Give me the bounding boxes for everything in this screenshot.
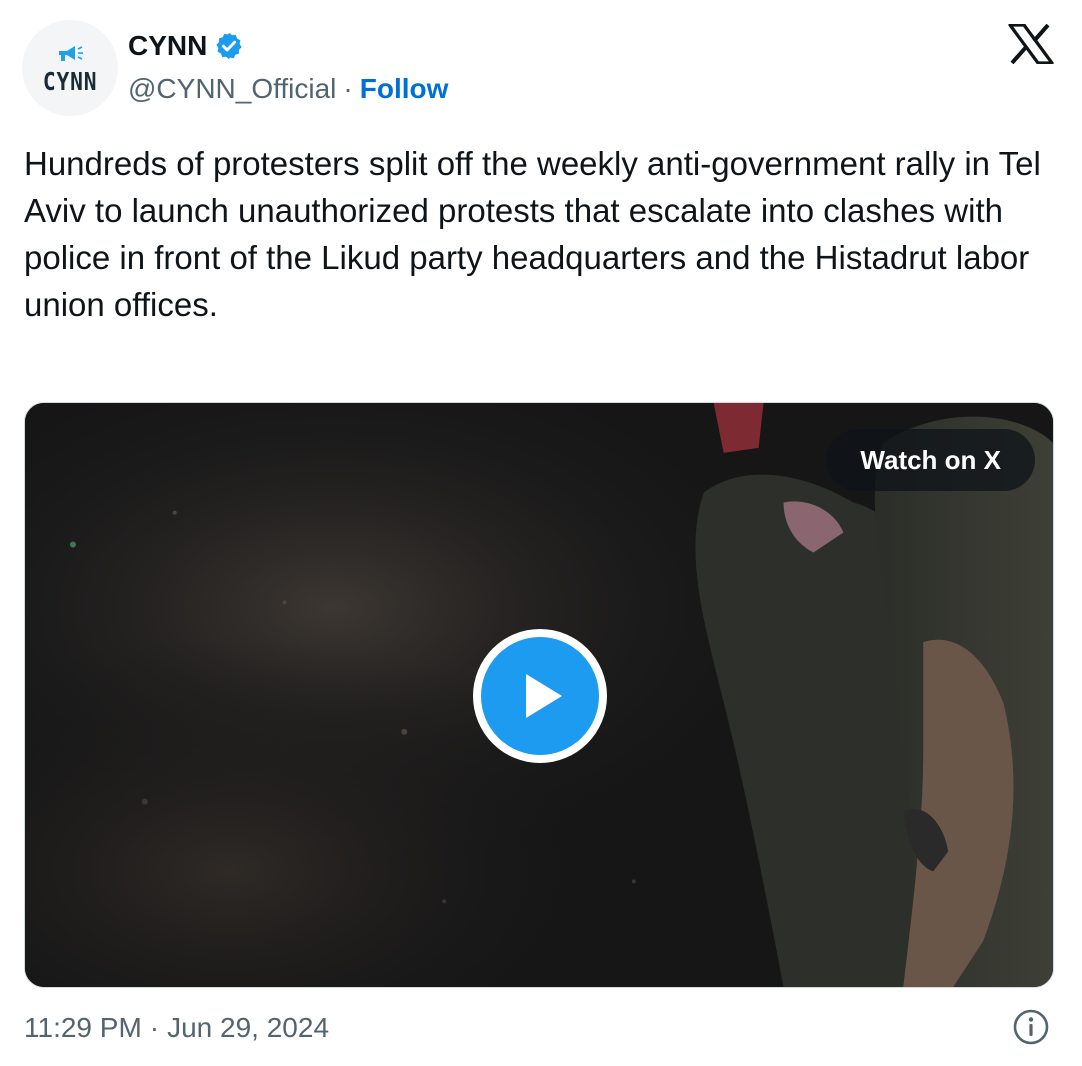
avatar-logo-text: CYNN bbox=[42, 66, 98, 96]
megaphone-icon bbox=[59, 45, 83, 61]
x-logo-icon[interactable] bbox=[1008, 24, 1054, 64]
handle-separator: · bbox=[343, 73, 353, 104]
tweet-time: 11:29 PM bbox=[24, 1012, 142, 1043]
verified-badge-icon bbox=[216, 32, 242, 60]
video-player[interactable]: Watch on X bbox=[24, 402, 1054, 988]
timestamp-separator: · bbox=[149, 1012, 160, 1043]
play-button[interactable] bbox=[473, 629, 607, 763]
info-icon[interactable] bbox=[1012, 1008, 1050, 1046]
avatar[interactable]: CYNN bbox=[22, 20, 118, 116]
play-icon bbox=[526, 674, 562, 718]
tweet-text: Hundreds of protesters split off the wee… bbox=[24, 145, 1041, 323]
tweet-embed-card: CYNN CYNN @CYNN_Official · Follow Hundre… bbox=[0, 0, 1082, 1066]
tweet-date: Jun 29, 2024 bbox=[167, 1012, 330, 1043]
author-handle[interactable]: @CYNN_Official bbox=[128, 73, 336, 105]
tweet-timestamp[interactable]: 11:29 PM · Jun 29, 2024 bbox=[24, 1008, 329, 1048]
author-handle-row: @CYNN_Official · Follow bbox=[128, 70, 448, 108]
follow-button[interactable]: Follow bbox=[360, 73, 449, 105]
author-display-name[interactable]: CYNN bbox=[128, 30, 207, 62]
author-name-row: CYNN bbox=[128, 26, 244, 66]
watch-on-x-button[interactable]: Watch on X bbox=[826, 429, 1035, 491]
